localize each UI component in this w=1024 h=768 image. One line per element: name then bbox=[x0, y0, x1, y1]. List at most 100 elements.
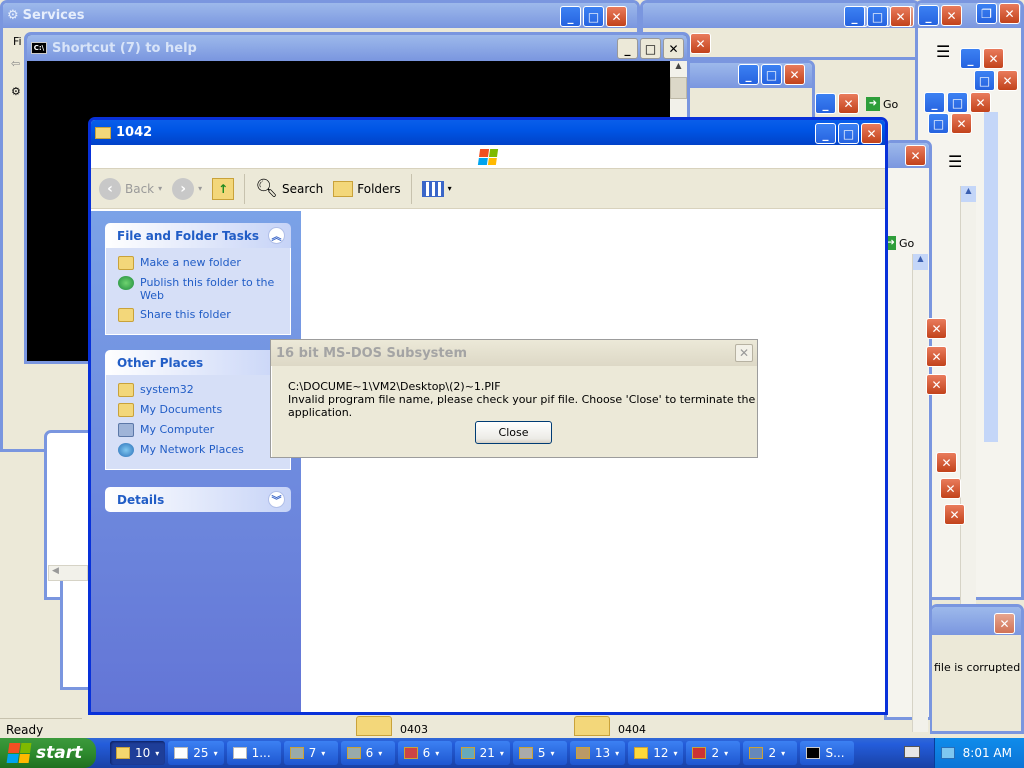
scroll-up-arrow[interactable]: ▲ bbox=[670, 61, 687, 77]
panel-header[interactable]: Details ︾ bbox=[105, 487, 291, 512]
close-button[interactable]: ✕ bbox=[606, 6, 627, 27]
task-share-folder[interactable]: Share this folder bbox=[118, 308, 280, 322]
close-button[interactable]: ✕ bbox=[861, 123, 882, 144]
minimize-button[interactable]: _ bbox=[960, 48, 981, 69]
error-dialog[interactable]: 16 bit MS-DOS Subsystem ✕ C:\DOCUME~1\VM… bbox=[270, 339, 758, 458]
start-button[interactable]: start bbox=[0, 738, 96, 768]
dialog-title-bar[interactable]: 16 bit MS-DOS Subsystem bbox=[271, 340, 757, 366]
task-group-button[interactable]: 2 ▾ bbox=[743, 741, 798, 765]
task-button-console[interactable]: S... bbox=[800, 741, 855, 765]
task-group-button[interactable]: 12 ▾ bbox=[628, 741, 684, 765]
minimize-button[interactable]: _ bbox=[617, 38, 638, 59]
app-icon bbox=[518, 747, 533, 759]
maximize-button[interactable]: □ bbox=[928, 113, 949, 134]
up-folder-button[interactable]: ↑ bbox=[212, 177, 235, 200]
minimize-button[interactable]: _ bbox=[918, 5, 939, 26]
scroll-thumb[interactable] bbox=[670, 77, 687, 99]
close-button[interactable]: ✕ bbox=[951, 113, 972, 134]
file-folder-tasks-panel: File and Folder Tasks ︽ Make a new folde… bbox=[105, 223, 291, 335]
minimize-button[interactable]: _ bbox=[815, 93, 836, 114]
close-button[interactable]: ✕ bbox=[784, 64, 805, 85]
task-publish-web[interactable]: Publish this folder to the Web bbox=[118, 276, 280, 302]
scroll-up-arrow[interactable]: ▲ bbox=[913, 254, 928, 270]
search-button[interactable]: 🔍︎ Search bbox=[255, 178, 323, 199]
close-button[interactable]: ✕ bbox=[944, 504, 965, 525]
horizontal-scrollbar[interactable]: ◀ bbox=[48, 565, 88, 581]
close-button[interactable]: ✕ bbox=[999, 3, 1020, 24]
folders-button[interactable]: Folders bbox=[333, 180, 401, 197]
forward-button[interactable]: › ▾ bbox=[172, 177, 202, 200]
minimize-button[interactable]: _ bbox=[844, 6, 865, 27]
hamburger-icon[interactable]: ☰ bbox=[936, 42, 950, 61]
expand-chevron-icon[interactable]: ︾ bbox=[268, 491, 285, 508]
services-title-bar[interactable]: ⚙ Services bbox=[3, 3, 637, 28]
close-button[interactable]: ✕ bbox=[926, 318, 947, 339]
task-group-button[interactable]: 5 ▾ bbox=[512, 741, 567, 765]
close-button[interactable]: ✕ bbox=[997, 70, 1018, 91]
back-arrow-icon[interactable]: ⇦ bbox=[11, 57, 20, 70]
dialog-close-icon[interactable]: ✕ bbox=[735, 344, 753, 362]
collapse-chevron-icon[interactable]: ︽ bbox=[268, 227, 285, 244]
close-button[interactable]: ✕ bbox=[663, 38, 684, 59]
back-button[interactable]: ‹ Back ▾ bbox=[99, 177, 162, 200]
folder-item[interactable]: 0403 bbox=[356, 716, 428, 736]
close-button[interactable]: ✕ bbox=[941, 5, 962, 26]
maximize-button[interactable]: □ bbox=[761, 64, 782, 85]
services-menu-file[interactable]: Fi bbox=[13, 35, 22, 48]
scroll-up-arrow[interactable]: ▲ bbox=[961, 186, 976, 202]
go-button[interactable]: ➜ Go bbox=[886, 236, 914, 250]
close-button[interactable]: ✕ bbox=[890, 6, 911, 27]
close-button[interactable]: ✕ bbox=[905, 145, 926, 166]
restore-button[interactable]: ❐ bbox=[976, 3, 997, 24]
folder-item[interactable]: 0404 bbox=[574, 716, 646, 736]
task-group-button[interactable]: 21 ▾ bbox=[454, 741, 510, 765]
place-my-documents[interactable]: My Documents bbox=[118, 403, 280, 417]
maximize-button[interactable]: □ bbox=[583, 6, 604, 27]
minimize-button[interactable]: _ bbox=[924, 92, 945, 113]
task-group-button[interactable]: 6 ▾ bbox=[397, 741, 452, 765]
vertical-scrollbar[interactable] bbox=[984, 112, 998, 442]
keyboard-icon[interactable] bbox=[904, 746, 920, 758]
network-icon[interactable] bbox=[940, 747, 955, 759]
views-button[interactable]: ▾ bbox=[421, 180, 452, 197]
task-group-button[interactable]: 7 ▾ bbox=[283, 741, 338, 765]
panel-header[interactable]: File and Folder Tasks ︽ bbox=[105, 223, 291, 248]
vertical-scrollbar[interactable]: ▲ bbox=[960, 186, 976, 606]
task-group-button[interactable]: 13 ▾ bbox=[569, 741, 626, 765]
go-button[interactable]: ➜ Go bbox=[866, 97, 898, 111]
close-button[interactable]: ✕ bbox=[690, 33, 711, 54]
close-button[interactable]: ✕ bbox=[838, 93, 859, 114]
place-system32[interactable]: system32 bbox=[118, 383, 280, 397]
background-window-error[interactable]: ✕ file is corrupted. bbox=[930, 604, 1024, 734]
panel-header[interactable]: Other Places bbox=[105, 350, 291, 375]
maximize-button[interactable]: □ bbox=[947, 92, 968, 113]
close-button[interactable]: ✕ bbox=[936, 452, 957, 473]
maximize-button[interactable]: □ bbox=[640, 38, 661, 59]
close-button[interactable]: ✕ bbox=[983, 48, 1004, 69]
close-button[interactable]: ✕ bbox=[970, 92, 991, 113]
task-group-button[interactable]: 1... bbox=[226, 741, 281, 765]
close-button[interactable]: ✕ bbox=[926, 346, 947, 367]
restore-button[interactable]: □ bbox=[974, 70, 995, 91]
task-group-button[interactable]: 25 ▾ bbox=[168, 741, 224, 765]
task-make-new-folder[interactable]: Make a new folder bbox=[118, 256, 280, 270]
clock[interactable]: 8:01 AM bbox=[963, 746, 1012, 760]
explorer-title-bar[interactable]: 1042 bbox=[91, 120, 885, 145]
maximize-button[interactable]: □ bbox=[867, 6, 888, 27]
minimize-button[interactable]: _ bbox=[738, 64, 759, 85]
task-group-button[interactable]: 10 ▾ bbox=[110, 741, 166, 765]
task-group-button[interactable]: 2 ▾ bbox=[686, 741, 741, 765]
place-my-computer[interactable]: My Computer bbox=[118, 423, 280, 437]
corrupted-message: file is corrupted. bbox=[934, 661, 1024, 674]
close-button[interactable]: Close bbox=[475, 421, 552, 444]
maximize-button[interactable]: □ bbox=[838, 123, 859, 144]
close-button[interactable]: ✕ bbox=[940, 478, 961, 499]
minimize-button[interactable]: _ bbox=[815, 123, 836, 144]
minimize-button[interactable]: _ bbox=[560, 6, 581, 27]
place-network[interactable]: My Network Places bbox=[118, 443, 280, 457]
hamburger-icon[interactable]: ☰ bbox=[948, 152, 962, 171]
task-group-button[interactable]: 6 ▾ bbox=[340, 741, 395, 765]
close-button[interactable]: ✕ bbox=[926, 374, 947, 395]
close-button[interactable]: ✕ bbox=[994, 613, 1015, 634]
app-icon bbox=[749, 747, 764, 759]
